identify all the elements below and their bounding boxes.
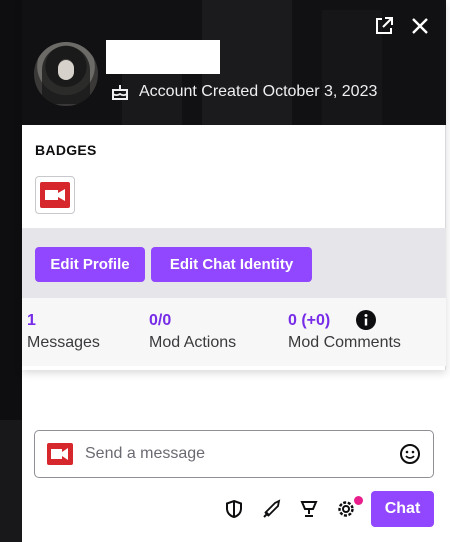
sword-icon — [263, 499, 281, 518]
action-buttons: Edit Profile Edit Chat Identity — [22, 228, 446, 298]
stat-value: 0 (+0) — [288, 312, 331, 329]
edit-chat-identity-button[interactable]: Edit Chat Identity — [151, 247, 312, 282]
account-created: Account Created October 3, 2023 — [110, 80, 377, 104]
background-panel — [0, 0, 22, 542]
popout-icon — [376, 17, 393, 34]
chat-message-input[interactable] — [85, 445, 399, 463]
chat-input-box[interactable] — [34, 430, 434, 478]
viewer-card: Account Created October 3, 2023 BADGES E… — [22, 0, 446, 370]
popout-button[interactable] — [370, 12, 398, 40]
badges-heading: BADGES — [35, 142, 97, 158]
stat-mod-comments: 0 (+0) Mod Comments — [288, 312, 401, 352]
trophy-icon — [300, 501, 318, 517]
close-button[interactable] — [406, 12, 434, 40]
emote-picker-icon[interactable] — [399, 443, 421, 465]
video-camera-badge-icon — [40, 182, 70, 208]
stat-value: 0/0 — [149, 312, 172, 329]
stat-mod-actions: 0/0 Mod Actions — [149, 312, 236, 352]
stat-label: Mod Comments — [288, 334, 401, 351]
cake-icon — [112, 85, 128, 100]
stat-messages: 1 Messages — [27, 312, 100, 352]
avatar[interactable] — [34, 42, 98, 106]
username-redacted — [106, 40, 220, 74]
info-icon[interactable] — [356, 310, 376, 330]
predictions-button[interactable] — [296, 496, 322, 522]
badge-item[interactable] — [35, 176, 75, 214]
user-stats: 1 Messages 0/0 Mod Actions 0 (+0) Mod Co… — [22, 298, 446, 366]
edit-profile-button[interactable]: Edit Profile — [35, 247, 145, 282]
stat-label: Messages — [27, 334, 100, 351]
stat-value: 1 — [27, 312, 36, 329]
stat-label: Mod Actions — [149, 334, 237, 351]
chat-send-button[interactable]: Chat — [371, 491, 434, 527]
background-panel-lower — [0, 420, 22, 542]
viewer-card-header: Account Created October 3, 2023 — [22, 0, 446, 125]
close-icon — [412, 18, 428, 34]
mod-sword-button[interactable] — [259, 496, 285, 522]
shield-icon — [226, 499, 242, 519]
notification-dot — [354, 496, 363, 505]
account-created-text: Account Created October 3, 2023 — [139, 83, 378, 100]
video-camera-badge-icon[interactable] — [47, 443, 73, 465]
mod-shield-button[interactable] — [221, 496, 247, 522]
